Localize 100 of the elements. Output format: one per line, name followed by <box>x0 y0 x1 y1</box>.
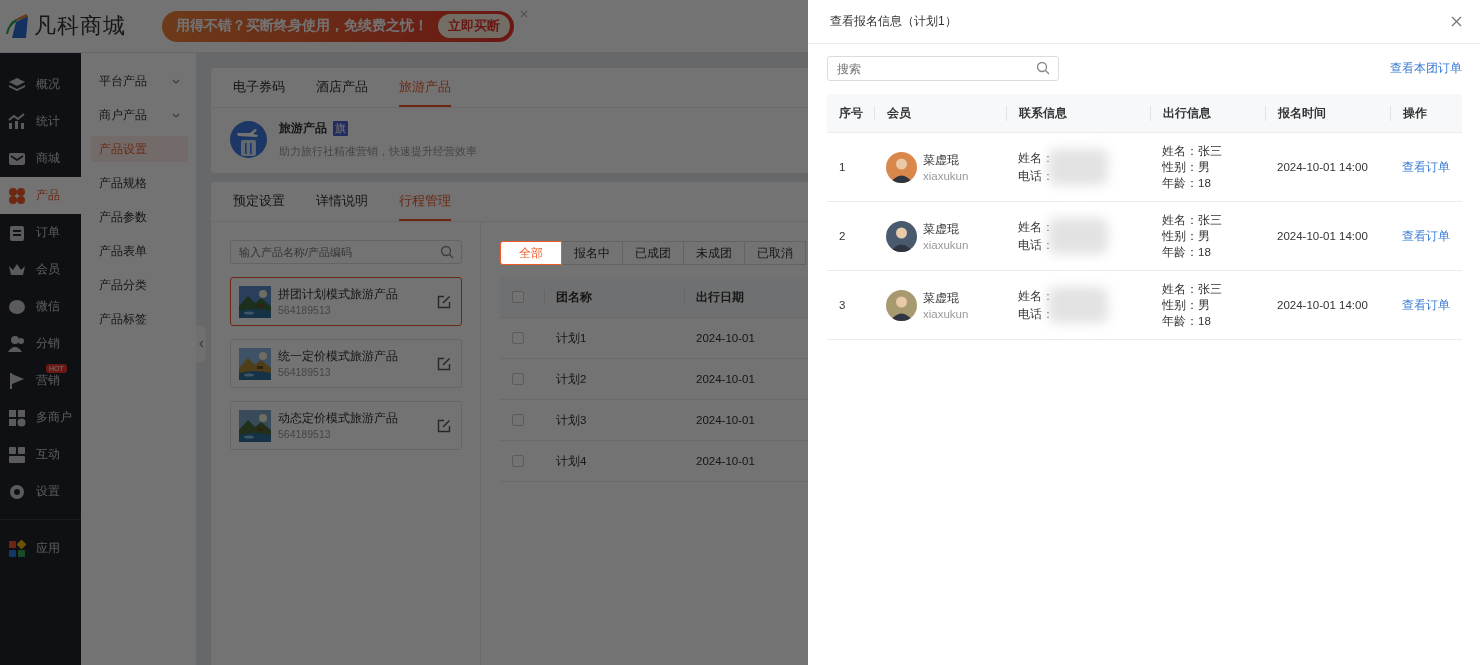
subnav-item[interactable]: 产品设置 <box>91 136 188 162</box>
nav-item[interactable]: 商城 <box>0 140 81 177</box>
nav-item[interactable]: 互动 <box>0 436 81 473</box>
table-cell-text: 计划3 <box>555 412 588 428</box>
column-header: 报名时间 <box>1265 105 1390 121</box>
contact-label: 姓名： <box>1018 219 1055 235</box>
travel-info: 性别：男 <box>1162 297 1211 313</box>
table-cell-text: 2024-10-01 <box>695 414 756 426</box>
redaction-blur <box>1048 286 1108 323</box>
member-name: 菜虚琨 <box>923 221 960 237</box>
nav-item[interactable]: 多商户 <box>0 399 81 436</box>
clipboard-icon <box>8 223 26 242</box>
table-cell-text: 1 <box>838 161 847 173</box>
subnav-item[interactable]: 产品规格 <box>91 170 188 196</box>
travel-info: 年龄：18 <box>1162 244 1212 260</box>
nav-item[interactable]: 产品 <box>0 177 81 214</box>
subnav-item[interactable]: 产品表单 <box>91 238 188 264</box>
chat-icon <box>8 297 26 316</box>
avatar <box>886 220 917 252</box>
product-name: 动态定价模式旅游产品 <box>278 411 399 426</box>
drawer-title: 查看报名信息（计划1） <box>830 13 957 30</box>
table-cell-text: 2024-10-01 <box>695 373 756 385</box>
logo-icon <box>4 12 30 40</box>
travel-info: 性别：男 <box>1162 159 1211 175</box>
tab[interactable]: 行程管理 <box>399 182 451 221</box>
member-account: xiaxukun <box>923 169 969 182</box>
tab[interactable]: 预定设置 <box>233 182 285 221</box>
squares-icon <box>8 445 26 464</box>
column-header: 会员 <box>874 105 1006 121</box>
flagship-badge: 旗 <box>333 121 348 136</box>
status-filter[interactable]: 报名中 <box>561 241 623 265</box>
subnav-item[interactable]: 平台产品 <box>91 68 188 94</box>
nav-item[interactable]: 统计 <box>0 103 81 140</box>
table-cell-text: 2024-10-01 14:00 <box>1276 299 1369 311</box>
store-icon <box>8 408 26 427</box>
contact-label: 电话： <box>1018 237 1055 253</box>
tab[interactable]: 酒店产品 <box>316 68 368 107</box>
buy-button[interactable]: 立即买断 <box>438 14 510 38</box>
column-header: 团名称 <box>544 289 684 305</box>
promo-text: 用得不错？买断终身使用，免续费之忧！ <box>176 17 428 35</box>
search-icon <box>1036 61 1050 75</box>
travel-info: 姓名：张三 <box>1162 212 1223 228</box>
view-group-orders-link[interactable]: 查看本团订单 <box>1390 61 1462 76</box>
nav-item[interactable]: 分销 <box>0 325 81 362</box>
status-filter[interactable]: 全部 <box>500 241 562 265</box>
nav-item[interactable]: 概况 <box>0 66 81 103</box>
redaction-blur <box>1048 217 1108 254</box>
logo-text: 凡科商城 <box>34 12 126 40</box>
table-cell-text: 计划2 <box>555 371 588 387</box>
tab[interactable]: 旅游产品 <box>399 68 451 107</box>
table-cell-text: 3 <box>838 299 847 311</box>
edit-icon[interactable] <box>437 356 451 371</box>
travel-info: 性别：男 <box>1162 228 1211 244</box>
nav-item[interactable]: 微信 <box>0 288 81 325</box>
contact-label: 姓名： <box>1018 150 1055 166</box>
app-grid-icon <box>8 539 26 558</box>
avatar <box>886 151 917 183</box>
status-filter[interactable]: 已成团 <box>622 241 684 265</box>
bar-chart-icon <box>8 112 26 131</box>
member-account: xiaxukun <box>923 307 969 320</box>
status-filter[interactable]: 已取消 <box>744 241 806 265</box>
view-order-link[interactable]: 查看订单 <box>1390 297 1462 313</box>
subnav-item[interactable]: 商户产品 <box>91 102 188 128</box>
table-cell-text: 计划4 <box>555 453 588 469</box>
table-cell-text: 2024-10-01 <box>695 455 756 467</box>
nav-item[interactable]: 应用 <box>0 530 81 567</box>
chevron-down-icon <box>172 112 180 118</box>
avatar <box>886 289 917 321</box>
column-header: 序号 <box>838 105 864 121</box>
chevron-left-icon <box>198 340 204 348</box>
view-order-link[interactable]: 查看订单 <box>1390 159 1462 175</box>
search-field[interactable]: 搜索 <box>827 56 1059 81</box>
flag-icon <box>8 371 26 390</box>
table-cell-text: 2 <box>838 230 847 242</box>
status-filter[interactable]: 未成团 <box>683 241 745 265</box>
column-header: 出行日期 <box>684 289 804 305</box>
users-icon <box>8 334 26 353</box>
edit-icon[interactable] <box>437 294 451 309</box>
collapse-handle[interactable] <box>196 325 206 363</box>
subnav-item[interactable]: 产品标签 <box>91 306 188 332</box>
tab[interactable]: 详情说明 <box>316 182 368 221</box>
view-order-link[interactable]: 查看订单 <box>1390 228 1462 244</box>
product-type-title: 旅游产品 <box>279 120 327 137</box>
tab[interactable]: 电子券码 <box>233 68 285 107</box>
travel-info: 姓名：张三 <box>1162 281 1223 297</box>
table-cell-text: 2024-10-01 <box>695 332 756 344</box>
nav-item[interactable]: 会员 <box>0 251 81 288</box>
travel-info: 姓名：张三 <box>1162 143 1223 159</box>
edit-icon[interactable] <box>437 418 451 433</box>
subnav-item[interactable]: 产品分类 <box>91 272 188 298</box>
chevron-down-icon <box>172 78 180 84</box>
contact-label: 电话： <box>1018 168 1055 184</box>
travel-info: 年龄：18 <box>1162 175 1212 191</box>
plane-luggage-icon <box>230 121 267 158</box>
contact-label: 电话： <box>1018 306 1055 322</box>
close-icon[interactable] <box>1451 16 1462 27</box>
table-cell-text: 2024-10-01 14:00 <box>1276 230 1369 242</box>
nav-item[interactable]: 订单 <box>0 214 81 251</box>
member-account: xiaxukun <box>923 238 969 251</box>
subnav-item[interactable]: 产品参数 <box>91 204 188 230</box>
